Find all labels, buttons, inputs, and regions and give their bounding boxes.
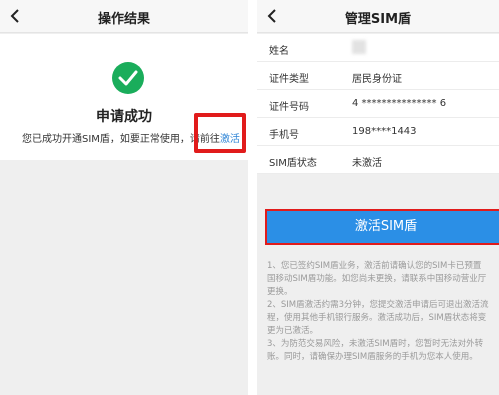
note-line: 2、SIM盾激活约需3分钟，您提交激活申请后可退出激活流 <box>267 300 489 310</box>
divider <box>248 0 257 395</box>
page-title: 管理SIM盾 <box>344 12 412 27</box>
info-row-status: SIM盾状态 未激活 <box>257 146 499 174</box>
info-list: 姓名 证件类型 居民身份证 证件号码 4 *************** 6 手… <box>257 34 499 174</box>
row-value: 4 *************** 6 <box>352 98 447 109</box>
row-label: 手机号 <box>269 130 299 141</box>
page-title: 操作结果 <box>97 12 150 27</box>
row-value: 居民身份证 <box>352 74 402 85</box>
note-line: 1、您已签约SIM盾业务，激活前请确认您的SIM卡已预置 <box>267 261 482 271</box>
highlight-box <box>194 113 246 153</box>
row-value: 198****1443 <box>352 126 417 137</box>
info-row-phone: 手机号 198****1443 <box>257 118 499 146</box>
row-label: 姓名 <box>269 46 289 57</box>
note-line: 更为已激活。 <box>267 326 319 336</box>
notes: 1、您已签约SIM盾业务，激活前请确认您的SIM卡已预置 国移动SIM盾功能。如… <box>267 260 499 364</box>
success-message-text: 您已成功开通SIM盾，如要正常使用，请前往 <box>22 134 220 145</box>
note-line: 程，使用其他手机银行服务。激活成功后，SIM盾状态将变 <box>267 313 487 323</box>
note-line: 更换。 <box>267 287 293 297</box>
nav-bar: 操作结果 <box>0 0 248 33</box>
info-row-id-type: 证件类型 居民身份证 <box>257 62 499 90</box>
row-label: SIM盾状态 <box>269 158 317 169</box>
note-line: 账。同时，请确保办理SIM盾服务的手机为您本人使用。 <box>267 352 478 362</box>
note-line: 3、为防范交易风险，未激活SIM盾时，您暂时无法对外转 <box>267 339 484 349</box>
success-check-icon <box>112 62 144 94</box>
info-row-name: 姓名 <box>257 34 499 62</box>
info-row-id-number: 证件号码 4 *************** 6 <box>257 90 499 118</box>
operation-result-screen: 操作结果 申请成功 您已成功开通SIM盾，如要正常使用，请前往激活 <box>0 0 248 395</box>
activate-sim-shield-button[interactable]: 激活SIM盾 <box>265 209 499 245</box>
manage-sim-shield-screen: 管理SIM盾 姓名 证件类型 居民身份证 证件号码 4 ************… <box>257 0 499 395</box>
nav-bar: 管理SIM盾 <box>257 0 499 33</box>
row-label: 证件号码 <box>269 102 309 113</box>
redacted-name <box>352 40 366 54</box>
row-label: 证件类型 <box>269 74 309 85</box>
note-line: 国移动SIM盾功能。如您尚未更换，请联系中国移动营业厅 <box>267 274 487 284</box>
row-value: 未激活 <box>352 158 382 169</box>
